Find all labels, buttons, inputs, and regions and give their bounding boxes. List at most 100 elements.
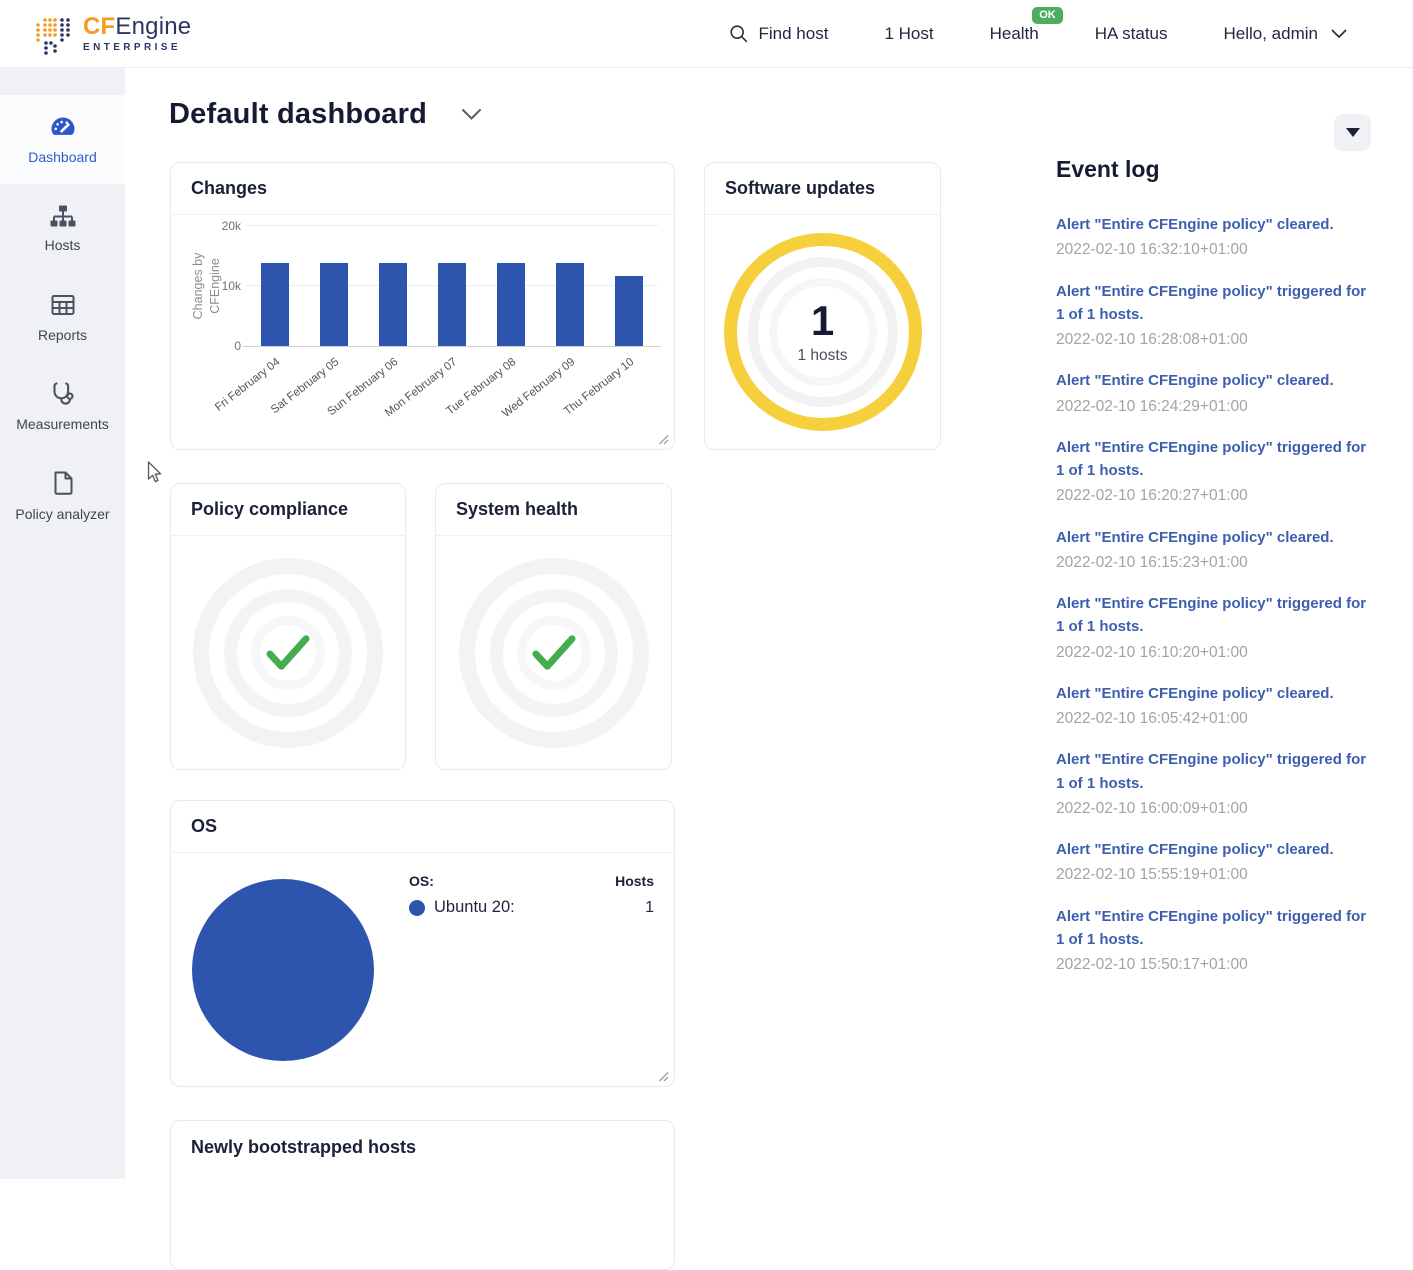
ha-status-link[interactable]: HA status	[1095, 24, 1168, 44]
event-timestamp: 2022-02-10 15:55:19+01:00	[1056, 863, 1376, 886]
policy-compliance-title: Policy compliance	[191, 499, 348, 520]
system-health-card: System health	[435, 483, 672, 770]
sidebar-item-label: Policy analyzer	[15, 506, 109, 522]
event-message[interactable]: Alert "Entire CFEngine policy" triggered…	[1056, 436, 1376, 483]
x-tick-label: Tue February 08	[407, 356, 518, 447]
event-log-panel: Event log Alert "Entire CFEngine policy"…	[1056, 156, 1376, 994]
software-updates-count: 1	[811, 300, 834, 342]
os-card-title: OS	[191, 816, 217, 837]
event-log-collapse-button[interactable]	[1334, 114, 1371, 151]
event-message[interactable]: Alert "Entire CFEngine policy" cleared.	[1056, 213, 1376, 236]
os-pie-chart[interactable]	[192, 879, 374, 1061]
brand-name: CFEngine	[83, 15, 191, 39]
x-tick-label: Sun February 06	[289, 356, 400, 447]
event-message[interactable]: Alert "Entire CFEngine policy" cleared.	[1056, 838, 1376, 861]
x-tick-label: Thu February 10	[525, 356, 636, 447]
health-link[interactable]: Health OK	[990, 24, 1039, 44]
sidebar-item-measurements[interactable]: Measurements	[0, 362, 125, 451]
event-timestamp: 2022-02-10 16:20:27+01:00	[1056, 484, 1376, 507]
user-menu[interactable]: Hello, admin	[1224, 24, 1348, 44]
event-message[interactable]: Alert "Entire CFEngine policy" cleared.	[1056, 369, 1376, 392]
page-title: Default dashboard	[169, 98, 427, 131]
sidebar-item-reports[interactable]: Reports	[0, 273, 125, 362]
changes-bar[interactable]	[615, 276, 643, 346]
changes-bar[interactable]	[379, 263, 407, 346]
sidebar-item-label: Hosts	[45, 237, 81, 253]
event-log-entry: Alert "Entire CFEngine policy" cleared. …	[1056, 526, 1376, 575]
find-host-label: Find host	[759, 24, 829, 44]
changes-bar[interactable]	[438, 263, 466, 346]
cfengine-logo[interactable]: CFEngine ENTERPRISE	[34, 11, 191, 57]
check-icon	[531, 633, 577, 673]
newly-bootstrapped-hosts-card: Newly bootstrapped hosts	[170, 1120, 675, 1270]
y-tick-label: 20k	[222, 219, 241, 233]
x-tick-label: Mon February 07	[348, 356, 459, 447]
event-log-entry: Alert "Entire CFEngine policy" triggered…	[1056, 905, 1376, 977]
changes-bar[interactable]	[261, 263, 289, 346]
resize-handle-icon[interactable]	[658, 434, 669, 445]
event-timestamp: 2022-02-10 16:24:29+01:00	[1056, 395, 1376, 418]
x-axis-line	[243, 346, 661, 347]
newly-bootstrapped-title: Newly bootstrapped hosts	[191, 1137, 416, 1158]
event-timestamp: 2022-02-10 16:00:09+01:00	[1056, 797, 1376, 820]
y-tick-label: 0	[234, 339, 241, 353]
event-message[interactable]: Alert "Entire CFEngine policy" cleared.	[1056, 526, 1376, 549]
file-icon	[51, 469, 75, 497]
health-ok-badge: OK	[1032, 7, 1063, 24]
software-updates-card: Software updates 1 1 hosts	[704, 162, 941, 450]
os-legend-title: OS:	[409, 873, 434, 889]
event-timestamp: 2022-02-10 16:15:23+01:00	[1056, 551, 1376, 574]
event-log-entry: Alert "Entire CFEngine policy" cleared. …	[1056, 213, 1376, 262]
cfengine-logo-icon	[34, 11, 74, 57]
chevron-down-icon	[1331, 29, 1347, 39]
event-log-entry: Alert "Entire CFEngine policy" cleared. …	[1056, 369, 1376, 418]
top-header: CFEngine ENTERPRISE Find host 1 Host Hea…	[0, 0, 1413, 68]
event-message[interactable]: Alert "Entire CFEngine policy" cleared.	[1056, 682, 1376, 705]
os-legend: OS: Hosts Ubuntu 20: 1	[409, 873, 654, 917]
event-message[interactable]: Alert "Entire CFEngine policy" triggered…	[1056, 905, 1376, 952]
page-title-row: Default dashboard	[169, 98, 482, 131]
os-card: OS OS: Hosts Ubuntu 20: 1	[170, 800, 675, 1087]
caret-down-icon	[1346, 128, 1360, 137]
software-updates-ring[interactable]: 1 1 hosts	[724, 233, 922, 431]
changes-bar[interactable]	[320, 263, 348, 346]
host-count-link[interactable]: 1 Host	[884, 24, 933, 44]
legend-dot-icon	[409, 900, 425, 916]
event-log-entry: Alert "Entire CFEngine policy" triggered…	[1056, 280, 1376, 352]
os-hosts-column-header: Hosts	[615, 873, 654, 889]
stethoscope-icon	[49, 381, 76, 407]
search-icon	[729, 24, 749, 44]
software-updates-caption: 1 hosts	[798, 347, 848, 365]
changes-yticks: 20k10k0	[201, 226, 241, 346]
event-log-entry: Alert "Entire CFEngine policy" cleared. …	[1056, 838, 1376, 887]
system-health-title: System health	[456, 499, 578, 520]
changes-bar[interactable]	[497, 263, 525, 346]
changes-card: Changes Changes by CFEngine 20k10k0 Fri …	[170, 162, 675, 450]
find-host-button[interactable]: Find host	[729, 24, 829, 44]
dashboard-select-chevron-icon[interactable]	[461, 108, 482, 121]
os-entry-label: Ubuntu 20:	[434, 898, 515, 917]
sidebar-item-hosts[interactable]: Hosts	[0, 184, 125, 273]
event-timestamp: 2022-02-10 15:50:17+01:00	[1056, 953, 1376, 976]
changes-card-title: Changes	[191, 178, 267, 199]
event-timestamp: 2022-02-10 16:10:20+01:00	[1056, 641, 1376, 664]
changes-bar[interactable]	[556, 263, 584, 346]
gauge-icon	[48, 114, 78, 140]
event-message[interactable]: Alert "Entire CFEngine policy" triggered…	[1056, 592, 1376, 639]
x-tick-label: Fri February 04	[171, 356, 282, 447]
resize-handle-icon[interactable]	[658, 1071, 669, 1082]
x-tick-label: Sat February 05	[230, 356, 341, 447]
sidebar-item-label: Reports	[38, 327, 87, 343]
sidebar-item-policy-analyzer[interactable]: Policy analyzer	[0, 451, 125, 540]
event-message[interactable]: Alert "Entire CFEngine policy" triggered…	[1056, 280, 1376, 327]
event-log-entry: Alert "Entire CFEngine policy" triggered…	[1056, 592, 1376, 664]
event-log-entry: Alert "Entire CFEngine policy" triggered…	[1056, 436, 1376, 508]
changes-bars	[246, 226, 658, 346]
os-entry-hosts: 1	[645, 899, 654, 917]
sidebar-item-label: Dashboard	[28, 149, 97, 165]
y-tick-label: 10k	[222, 279, 241, 293]
sidebar-item-dashboard[interactable]: Dashboard	[0, 95, 125, 184]
software-updates-title: Software updates	[725, 178, 875, 199]
event-message[interactable]: Alert "Entire CFEngine policy" triggered…	[1056, 748, 1376, 795]
x-tick-label: Wed February 09	[466, 356, 577, 447]
